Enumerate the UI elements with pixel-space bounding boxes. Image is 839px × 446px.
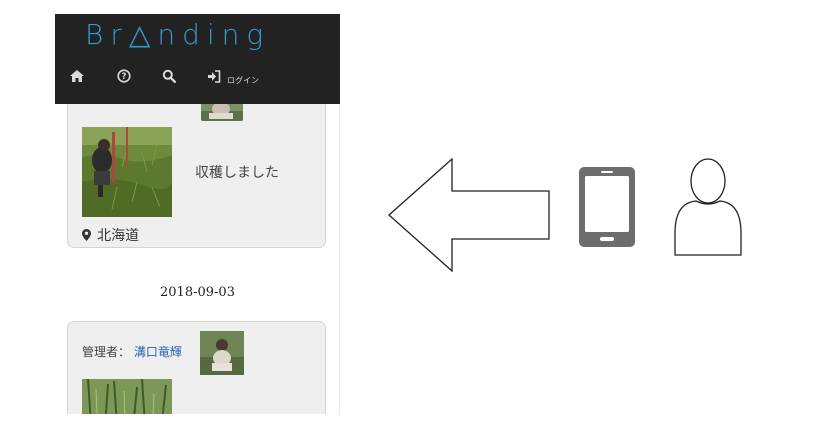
home-icon[interactable]	[69, 69, 85, 86]
user-icon	[674, 158, 742, 256]
map-marker-icon	[82, 229, 95, 244]
help-icon[interactable]: ?	[117, 69, 131, 86]
admin-name-link[interactable]: 溝口竜輝	[134, 345, 182, 359]
location[interactable]: 北海道	[82, 225, 139, 245]
smartphone-icon	[579, 167, 635, 247]
post-text: 収穫しました	[195, 165, 279, 181]
location-label: 北海道	[97, 228, 140, 244]
search-icon[interactable]	[162, 69, 177, 86]
post-card[interactable]: 管理者： 溝口竜輝	[67, 321, 326, 414]
brand-logo[interactable]: Br△nding	[85, 18, 270, 51]
login-icon	[208, 70, 221, 83]
left-arrow-icon	[388, 158, 550, 272]
post-photo[interactable]	[82, 127, 172, 217]
login-label: ログイン	[227, 76, 260, 85]
post-date: 2018-09-03	[160, 285, 235, 300]
navbar: Br△nding ? ログイン	[55, 14, 340, 104]
admin-label: 管理者：	[82, 345, 131, 359]
svg-text:?: ?	[122, 72, 127, 82]
phone-screen: Br△nding ? ログイン 収穫しました 北海道 2018-09-03 管理…	[55, 14, 340, 414]
admin-line: 管理者： 溝口竜輝	[82, 343, 182, 360]
login-link[interactable]: ログイン	[207, 68, 259, 87]
post-photo[interactable]	[82, 379, 172, 414]
avatar[interactable]	[200, 331, 244, 375]
